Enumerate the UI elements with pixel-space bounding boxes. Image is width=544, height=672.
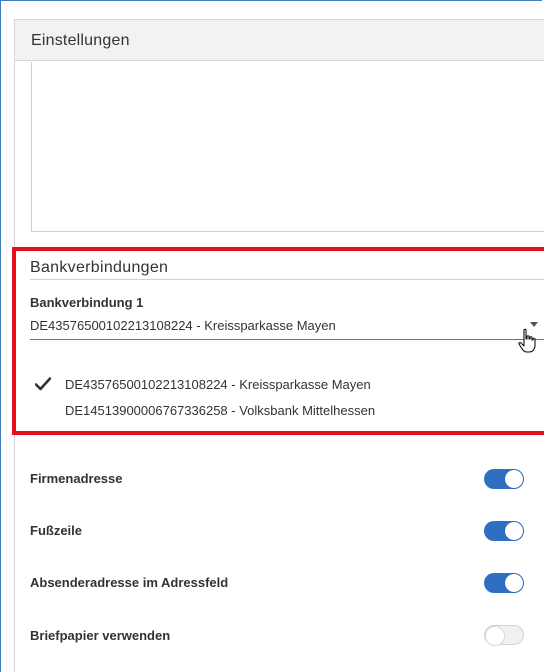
text-area[interactable] — [31, 62, 544, 232]
toggle-knob — [505, 522, 523, 540]
section-title-bank: Bankverbindungen — [30, 259, 169, 276]
bank-account-select[interactable]: DE43576500102213108224 - Kreissparkasse … — [30, 314, 544, 340]
check-icon — [35, 377, 51, 391]
toggle-label-fusszeile: Fußzeile — [30, 523, 83, 538]
toggle-label-firmenadresse: Firmenadresse — [30, 471, 123, 486]
section-divider — [30, 279, 544, 280]
bank-field-label: Bankverbindung 1 — [30, 295, 144, 310]
toggle-knob — [505, 574, 523, 592]
panel-header: Einstellungen — [14, 19, 544, 61]
toggle-fusszeile[interactable] — [484, 521, 524, 541]
toggle-knob — [485, 626, 505, 646]
toggle-label-absenderadresse: Absenderadresse im Adressfeld — [30, 575, 229, 590]
panel-title: Einstellungen — [31, 32, 130, 49]
select-value: DE43576500102213108224 - Kreissparkasse … — [30, 318, 336, 333]
hand-pointer-icon — [518, 328, 536, 353]
dropdown-option[interactable]: DE14513900006767336258 - Volksbank Mitte… — [65, 403, 375, 418]
toggle-label-briefpapier: Briefpapier verwenden — [30, 628, 171, 643]
toggle-firmenadresse[interactable] — [484, 469, 524, 489]
toggle-knob — [505, 470, 523, 488]
dropdown-list: DE43576500102213108224 - Kreissparkasse … — [30, 340, 544, 428]
toggle-briefpapier[interactable] — [484, 625, 524, 646]
chevron-down-icon[interactable] — [530, 322, 538, 327]
toggle-absenderadresse[interactable] — [484, 573, 524, 593]
dropdown-option[interactable]: DE43576500102213108224 - Kreissparkasse … — [65, 377, 371, 392]
